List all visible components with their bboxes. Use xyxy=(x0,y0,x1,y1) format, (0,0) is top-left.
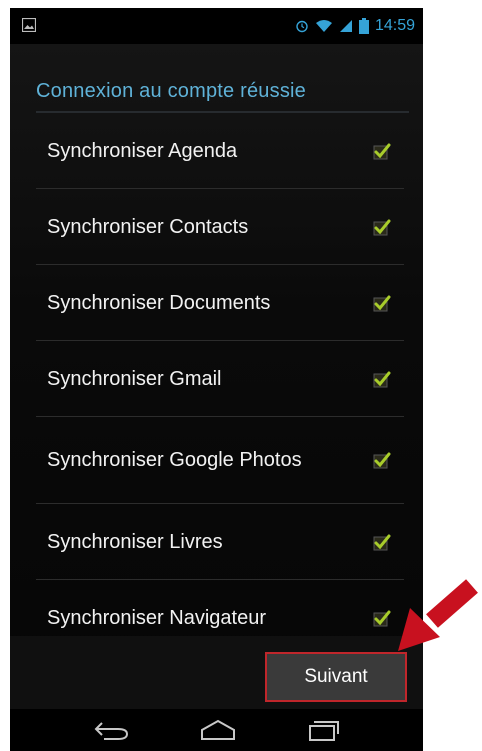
navigation-bar xyxy=(10,709,423,751)
status-bar: 14:59 xyxy=(10,8,423,44)
sync-item-label: Synchroniser Google Photos xyxy=(47,449,302,471)
sync-item-contacts[interactable]: Synchroniser Contacts xyxy=(36,189,404,265)
checkbox-checked-icon[interactable] xyxy=(372,217,392,237)
wifi-icon xyxy=(315,20,332,32)
phone-screen: 14:59 Connexion au compte réussie Synchr… xyxy=(10,8,423,751)
sync-item-navigateur[interactable]: Synchroniser Navigateur xyxy=(36,580,404,634)
battery-icon xyxy=(358,18,369,34)
status-time: 14:59 xyxy=(374,17,415,34)
sync-item-label: Synchroniser Contacts xyxy=(47,215,249,238)
sync-item-label: Synchroniser Documents xyxy=(47,291,271,314)
sync-options-list[interactable]: Synchroniser Agenda Synchroniser Contact… xyxy=(36,113,404,634)
back-icon xyxy=(94,722,129,740)
signal-icon xyxy=(339,20,352,32)
checkbox-checked-icon[interactable] xyxy=(372,293,392,313)
sync-item-livres[interactable]: Synchroniser Livres xyxy=(36,504,404,580)
recent-apps-button[interactable] xyxy=(304,715,344,745)
sync-item-label: Synchroniser Gmail xyxy=(47,367,222,390)
sync-item-label: Synchroniser Navigateur xyxy=(47,607,266,629)
home-icon xyxy=(201,719,235,740)
next-button[interactable]: Suivant xyxy=(265,652,407,702)
checkbox-checked-icon[interactable] xyxy=(372,141,392,161)
sync-item-documents[interactable]: Synchroniser Documents xyxy=(36,265,404,341)
sync-item-label: Synchroniser Agenda xyxy=(47,139,238,162)
checkbox-checked-icon[interactable] xyxy=(372,369,392,389)
page-title: Connexion au compte réussie xyxy=(36,80,306,102)
checkbox-checked-icon[interactable] xyxy=(372,450,392,470)
account-setup-screen: Connexion au compte réussie Synchroniser… xyxy=(10,44,423,709)
screenshot-page: 14:59 Connexion au compte réussie Synchr… xyxy=(0,0,482,751)
sync-item-label: Synchroniser Livres xyxy=(47,530,223,553)
sync-item-agenda[interactable]: Synchroniser Agenda xyxy=(36,113,404,189)
checkbox-checked-icon[interactable] xyxy=(372,608,392,628)
checkbox-checked-icon[interactable] xyxy=(372,532,392,552)
alarm-icon xyxy=(296,20,308,33)
image-icon xyxy=(22,18,36,32)
recent-apps-icon xyxy=(309,721,339,741)
sync-item-google-photos[interactable]: Synchroniser Google Photos xyxy=(36,417,404,504)
back-button[interactable] xyxy=(92,715,132,745)
status-icons: 14:59 xyxy=(295,8,423,44)
home-button[interactable] xyxy=(198,715,238,745)
sync-item-gmail[interactable]: Synchroniser Gmail xyxy=(36,341,404,417)
